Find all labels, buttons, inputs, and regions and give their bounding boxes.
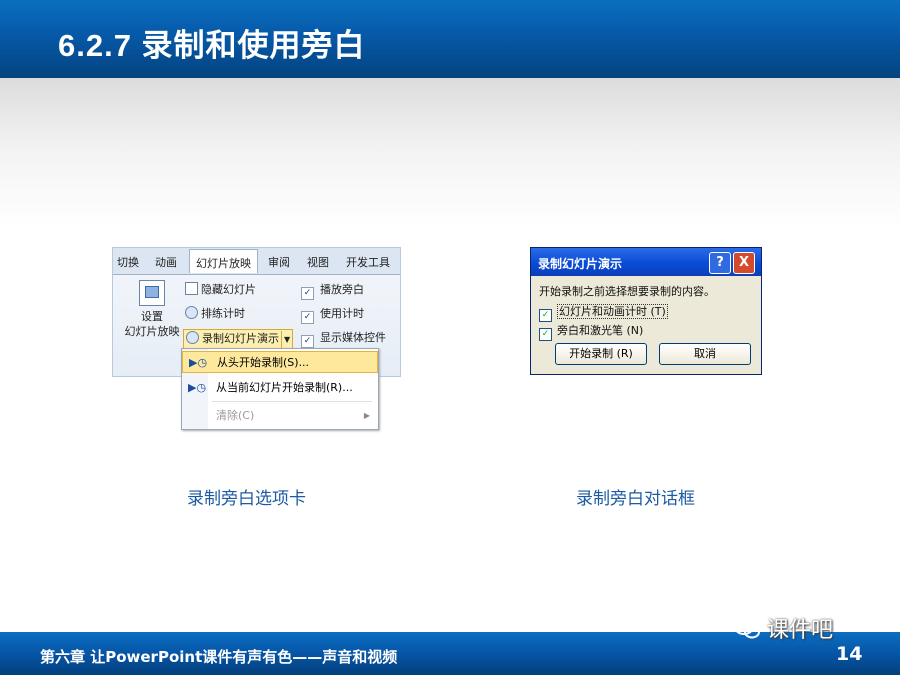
menu-item-clear[interactable]: 清除(C) ▶ [182, 405, 378, 427]
help-icon[interactable]: ? [709, 252, 731, 274]
header-gradient [0, 78, 900, 228]
checkbox-checked-icon: ✓ [539, 309, 552, 322]
play-narration-checkbox[interactable]: ✓ 播放旁白 [301, 281, 364, 300]
dialog-titlebar: 录制幻灯片演示 ? X [531, 248, 761, 276]
record-slideshow-button[interactable]: 录制幻灯片演示 ▼ [183, 329, 294, 349]
chevron-down-icon[interactable]: ▼ [281, 331, 290, 349]
play-narration-label: 播放旁白 [320, 283, 364, 296]
use-timings-label: 使用计时 [320, 307, 364, 320]
narration-checkbox[interactable]: ✓ 旁白和激光笔 (N) [539, 322, 643, 341]
checkbox-checked-icon: ✓ [539, 328, 552, 341]
menu-item-label: 从头开始录制(S)... [217, 356, 310, 369]
page-number: 14 [836, 643, 863, 665]
title-bar: 6.2.7 录制和使用旁白 [0, 0, 900, 78]
menu-separator [212, 401, 372, 402]
tab-review[interactable]: 审阅 [268, 254, 290, 270]
setup-slideshow-button[interactable]: 设置 幻灯片放映 [121, 280, 183, 339]
timings-checkbox[interactable]: ✓ 幻灯片和动画计时 (T) [539, 303, 668, 322]
slideshow-setup-icon [139, 280, 165, 306]
wechat-icon [734, 619, 760, 639]
tab-animations[interactable]: 动画 [155, 254, 177, 270]
watermark: 课件吧 [733, 612, 833, 644]
caption-ribbon: 录制旁白选项卡 [187, 489, 306, 509]
show-media-label: 显示媒体控件 [320, 331, 386, 344]
dialog-prompt: 开始录制之前选择想要录制的内容。 [539, 285, 715, 298]
cancel-button[interactable]: 取消 [659, 343, 751, 365]
tab-developer[interactable]: 开发工具 [346, 254, 390, 270]
tab-transitions[interactable]: 切换 [117, 254, 139, 270]
setup-label-1: 设置 [141, 310, 163, 323]
hide-slide-label: 隐藏幻灯片 [201, 283, 256, 296]
dialog-title: 录制幻灯片演示 [538, 257, 623, 271]
record-icon: ▶◷ [189, 356, 208, 369]
record-dropdown-menu: ▶◷ 从头开始录制(S)... ▶◷ 从当前幻灯片开始录制(R)... 清除(C… [181, 348, 379, 430]
record-icon [186, 331, 199, 344]
rehearse-label: 排练计时 [201, 307, 245, 320]
timings-label: 幻灯片和动画计时 (T) [557, 304, 668, 319]
close-icon[interactable]: X [733, 252, 755, 274]
show-media-controls-checkbox[interactable]: ✓ 显示媒体控件 [301, 329, 386, 348]
start-recording-button[interactable]: 开始录制 (R) [555, 343, 647, 365]
ribbon-tab-bar: 切换 动画 幻灯片放映 审阅 视图 开发工具 [113, 248, 400, 275]
watermark-text: 课件吧 [767, 618, 834, 643]
slide-title: 6.2.7 录制和使用旁白 [58, 28, 366, 63]
setup-label-2: 幻灯片放映 [124, 325, 180, 338]
record-icon: ▶◷ [188, 381, 207, 394]
record-dialog: 录制幻灯片演示 ? X 开始录制之前选择想要录制的内容。 ✓ 幻灯片和动画计时 (… [530, 247, 762, 375]
record-label: 录制幻灯片演示 [202, 332, 279, 345]
hide-slide-button[interactable]: 隐藏幻灯片 [185, 281, 256, 299]
menu-item-label: 从当前幻灯片开始录制(R)... [216, 381, 353, 394]
chapter-title: 第六章 让PowerPoint课件有声有色——声音和视频 [40, 648, 398, 666]
submenu-arrow-icon: ▶ [363, 411, 370, 420]
checkbox-checked-icon: ✓ [301, 311, 314, 324]
caption-dialog: 录制旁白对话框 [576, 489, 695, 509]
use-timings-checkbox[interactable]: ✓ 使用计时 [301, 305, 364, 324]
rehearse-timings-button[interactable]: 排练计时 [185, 305, 245, 323]
checkbox-checked-icon: ✓ [301, 287, 314, 300]
menu-item-record-from-current[interactable]: ▶◷ 从当前幻灯片开始录制(R)... [182, 377, 378, 399]
menu-item-record-from-start[interactable]: ▶◷ 从头开始录制(S)... [182, 351, 378, 373]
tab-slideshow[interactable]: 幻灯片放映 [189, 249, 258, 273]
narration-label: 旁白和激光笔 (N) [557, 324, 644, 337]
menu-item-label: 清除(C) [216, 409, 255, 422]
tab-view[interactable]: 视图 [307, 254, 329, 270]
hide-slide-icon [185, 282, 198, 295]
checkbox-checked-icon: ✓ [301, 335, 314, 348]
timer-icon [185, 306, 198, 319]
